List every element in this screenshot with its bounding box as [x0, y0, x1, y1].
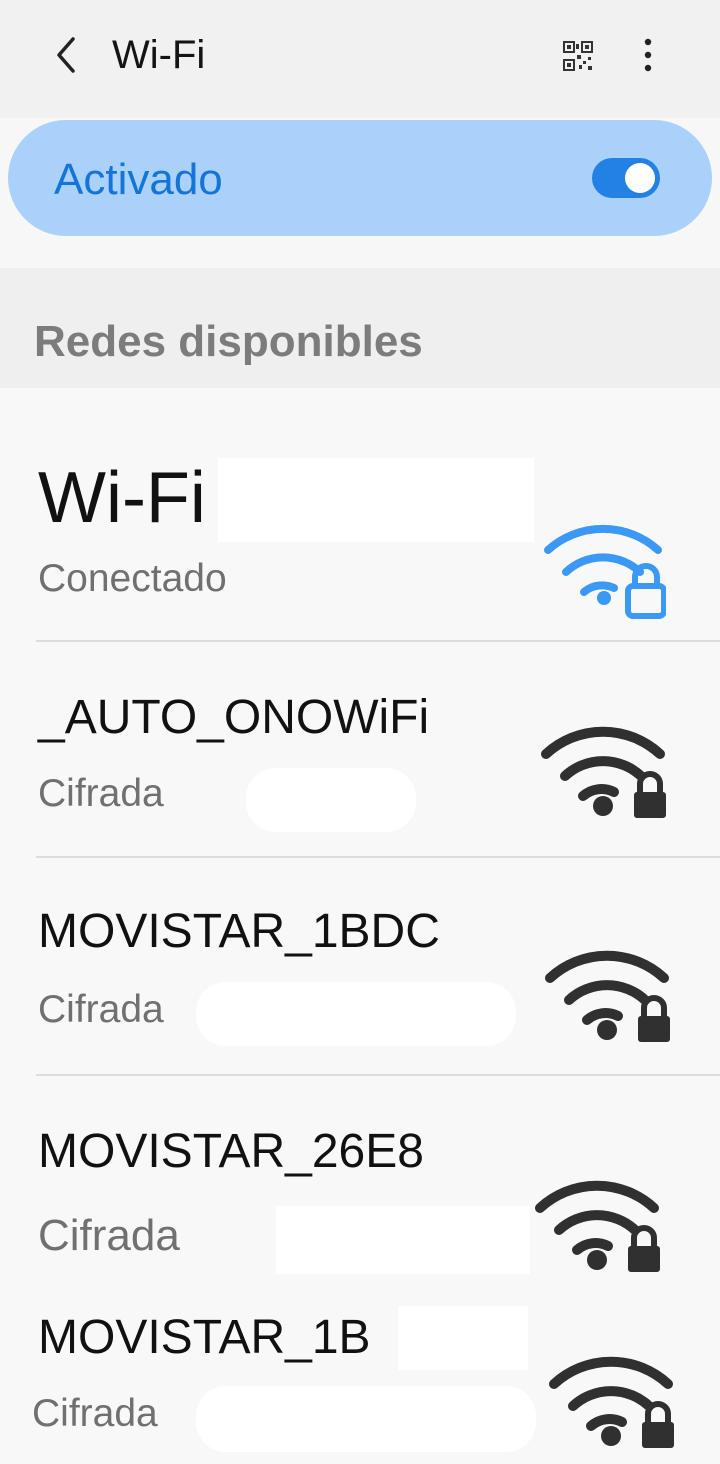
back-button[interactable]: [44, 30, 88, 80]
wifi-lock-icon: [545, 950, 670, 1042]
wifi-lock-icon: [544, 524, 666, 619]
redaction-mask: [196, 1386, 536, 1452]
more-options-button[interactable]: [626, 32, 670, 78]
redaction-mask: [276, 1206, 530, 1274]
redaction-mask: [398, 1306, 528, 1370]
wifi-lock-icon: [535, 1180, 660, 1272]
wifi-toggle-label: Activado: [54, 155, 223, 204]
qr-code-icon: [563, 41, 593, 71]
network-name: _AUTO_ONOWiFi: [38, 691, 430, 744]
network-name: MOVISTAR_1BDC: [38, 905, 440, 958]
network-item-connected[interactable]: Wi-Fi Conectado: [0, 388, 720, 642]
network-status: Cifrada: [38, 772, 164, 815]
more-vertical-icon: [644, 38, 652, 72]
redaction-mask: [196, 982, 516, 1046]
network-status: Cifrada: [32, 1392, 158, 1435]
redaction-mask: [246, 768, 416, 832]
available-networks-header: Redes disponibles: [0, 268, 720, 388]
wifi-lock-icon: [541, 726, 666, 818]
section-title: Redes disponibles: [34, 317, 423, 366]
chevron-left-icon: [57, 37, 75, 73]
network-status: Cifrada: [38, 1211, 180, 1260]
page-title: Wi-Fi: [112, 33, 206, 77]
network-item[interactable]: MOVISTAR_1B Cifrada: [0, 1290, 720, 1464]
network-status: Conectado: [38, 557, 227, 600]
wifi-lock-icon: [549, 1356, 674, 1448]
qr-scan-button[interactable]: [556, 34, 600, 78]
network-item[interactable]: _AUTO_ONOWiFi Cifrada: [0, 642, 720, 858]
top-app-bar: Wi-Fi: [0, 0, 720, 118]
network-name: MOVISTAR_26E8: [38, 1125, 424, 1178]
wifi-master-toggle[interactable]: Activado: [8, 120, 712, 236]
network-status: Cifrada: [38, 988, 164, 1031]
redaction-mask: [218, 458, 534, 542]
network-name: MOVISTAR_1B: [38, 1311, 371, 1364]
switch-knob: [625, 163, 655, 193]
network-name: Wi-Fi: [38, 458, 206, 538]
network-item[interactable]: MOVISTAR_26E8 Cifrada: [0, 1076, 720, 1290]
wifi-switch[interactable]: [592, 158, 660, 198]
section-spacer: [0, 238, 720, 268]
network-item[interactable]: MOVISTAR_1BDC Cifrada: [0, 858, 720, 1076]
